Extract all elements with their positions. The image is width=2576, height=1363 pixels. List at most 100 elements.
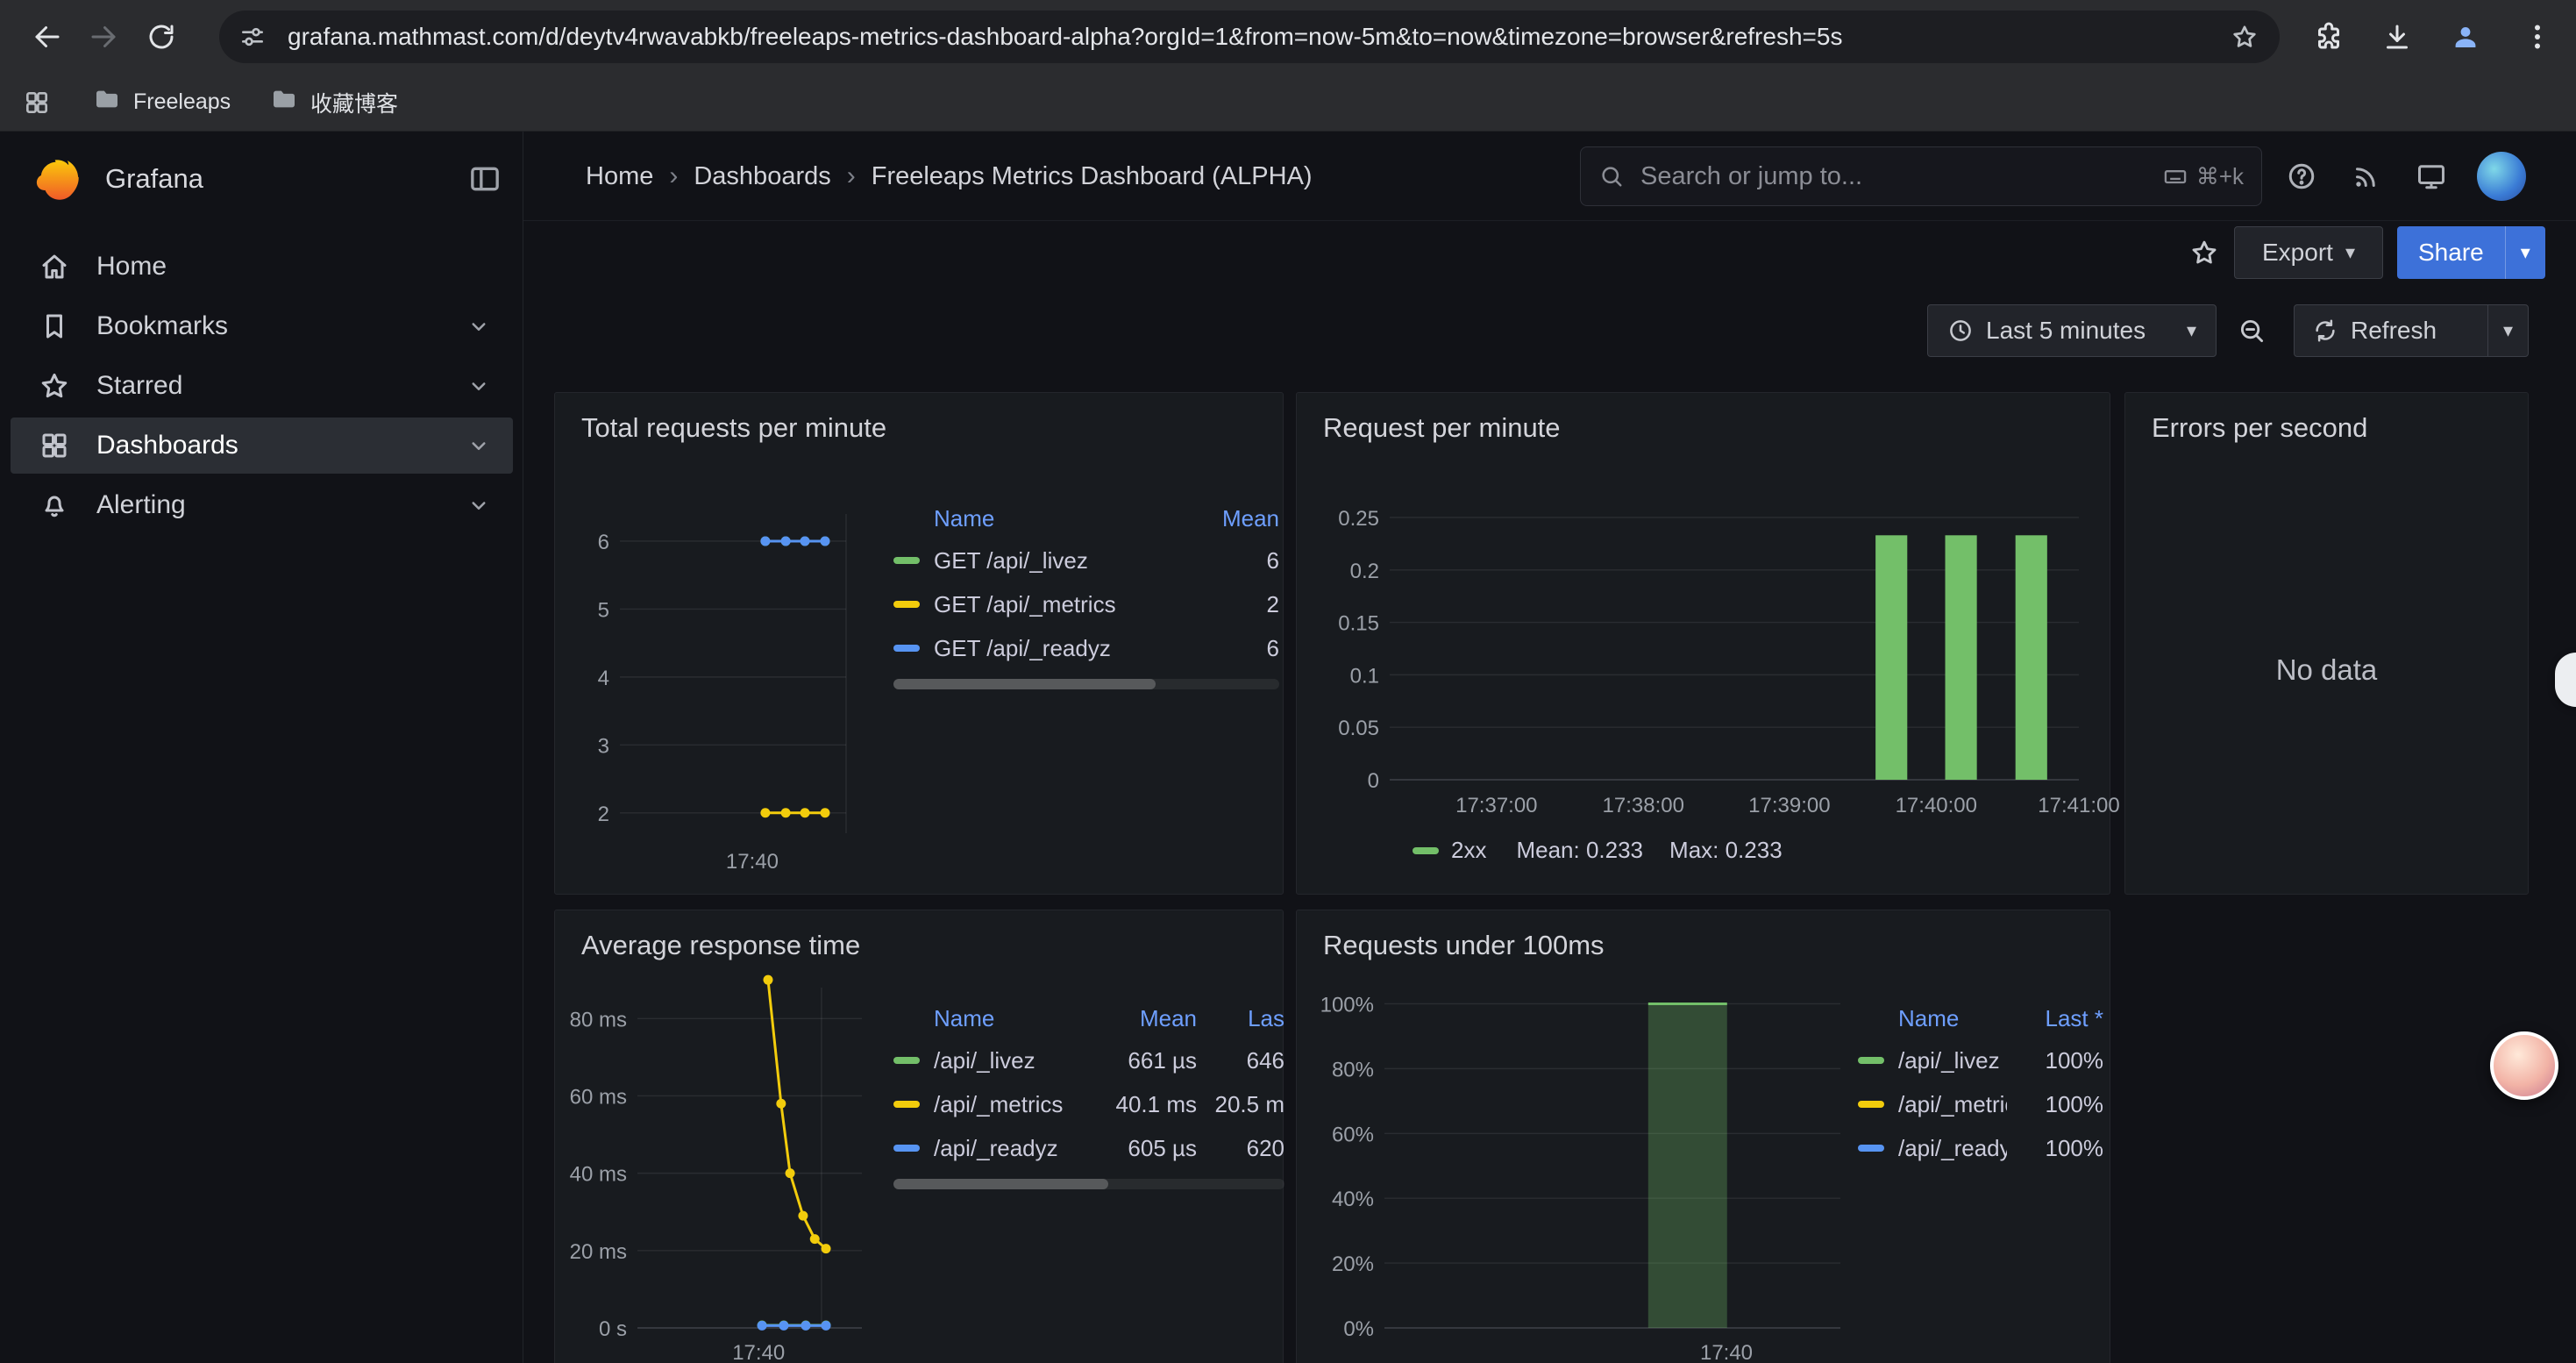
- legend-column-header[interactable]: Name: [893, 505, 1174, 532]
- downloads-icon[interactable]: [2373, 12, 2422, 61]
- sidebar-brand-row: Grafana: [0, 132, 523, 226]
- sidebar-item-bookmarks[interactable]: Bookmarks: [11, 298, 513, 354]
- legend-series-name[interactable]: /api/_readyz: [1898, 1135, 2007, 1162]
- browser-reload-button[interactable]: [137, 12, 186, 61]
- panel-title[interactable]: Average response time: [581, 930, 860, 961]
- extensions-icon[interactable]: [2304, 12, 2353, 61]
- browser-back-button[interactable]: [23, 12, 72, 61]
- legend-series-name[interactable]: GET /api/_readyz: [934, 635, 1111, 662]
- svg-text:17:40: 17:40: [732, 1341, 785, 1363]
- breadcrumb-home[interactable]: Home: [586, 162, 653, 191]
- legend-series-name[interactable]: /api/_livez: [1898, 1047, 2000, 1074]
- legend-column-header[interactable]: Mean: [1174, 505, 1279, 532]
- legend-series-name[interactable]: /api/_readyz: [934, 1135, 1058, 1162]
- grafana-main: Home › Dashboards › Freeleaps Metrics Da…: [523, 132, 2576, 1363]
- home-icon: [39, 251, 70, 282]
- legend-series-name[interactable]: /api/_metrics: [1898, 1091, 2007, 1118]
- panel-title[interactable]: Request per minute: [1323, 412, 1561, 444]
- sidebar-item-dashboards[interactable]: Dashboards: [11, 417, 513, 474]
- sidebar-item-alerting[interactable]: Alerting: [11, 477, 513, 533]
- chevron-down-icon: ▾: [2345, 241, 2355, 264]
- search-input[interactable]: [1640, 162, 2163, 191]
- share-dropdown-button[interactable]: ▾: [2505, 226, 2545, 279]
- time-range-picker[interactable]: Last 5 minutes ▾: [1927, 304, 2217, 357]
- browser-menu-icon[interactable]: [2513, 12, 2562, 61]
- browser-profile-icon[interactable]: [2441, 12, 2490, 61]
- chevron-down-icon[interactable]: [466, 492, 492, 518]
- browser-forward-button[interactable]: [79, 12, 128, 61]
- legend-series-name[interactable]: GET /api/_livez: [934, 547, 1088, 574]
- svg-text:17:39:00: 17:39:00: [1748, 794, 1830, 817]
- legend-series-name[interactable]: /api/_metrics: [934, 1091, 1063, 1118]
- refresh-button[interactable]: Refresh ▾: [2294, 304, 2529, 357]
- breadcrumb-dashboards[interactable]: Dashboards: [694, 162, 830, 191]
- chevron-down-icon[interactable]: [466, 432, 492, 459]
- legend-series-name[interactable]: 2xx: [1451, 837, 1486, 864]
- legend-value: 620: [1197, 1135, 1284, 1162]
- chevron-down-icon[interactable]: [466, 373, 492, 399]
- bookmark-folder-blog[interactable]: 收藏博客: [270, 74, 398, 131]
- panel-title[interactable]: Total requests per minute: [581, 412, 886, 444]
- series-color-dash: [893, 645, 920, 652]
- share-button[interactable]: Share ▾: [2397, 226, 2545, 279]
- legend-scrollbar-thumb[interactable]: [893, 1179, 1108, 1189]
- zoom-out-button[interactable]: [2227, 304, 2276, 357]
- news-rss-icon[interactable]: [2349, 159, 2384, 194]
- legend-series-name[interactable]: GET /api/_metrics: [934, 591, 1116, 618]
- breadcrumb-separator-icon: ›: [847, 161, 856, 191]
- series-color-dash: [893, 557, 920, 564]
- legend-value: 2: [1174, 591, 1279, 618]
- legend-scrollbar[interactable]: [893, 1179, 1284, 1189]
- favorite-star-button[interactable]: [2180, 226, 2229, 279]
- svg-text:0.2: 0.2: [1350, 560, 1379, 583]
- search-box[interactable]: ⌘+k: [1580, 146, 2262, 206]
- series-color-dash: [893, 601, 920, 608]
- legend-row: /api/_metrics100%: [1858, 1082, 2103, 1126]
- legend-scrollbar[interactable]: [893, 679, 1279, 689]
- refresh-button-main[interactable]: Refresh: [2295, 317, 2487, 345]
- help-icon[interactable]: [2284, 159, 2319, 194]
- apps-grid-icon[interactable]: [23, 74, 51, 131]
- average-response-time-chart[interactable]: 80 ms60 ms40 ms20 ms0 s17:40: [569, 970, 888, 1363]
- legend-stat: Max: 0.233: [1669, 837, 1783, 864]
- share-button-label[interactable]: Share: [2397, 226, 2505, 279]
- requests-under-100ms-chart[interactable]: 100%80%60%40%20%0%17:40: [1313, 970, 1860, 1363]
- panel-legend: NameMeanLas/api/_livez661 µs646/api/_met…: [893, 998, 1284, 1189]
- grafana-logo[interactable]: [35, 155, 82, 203]
- sidebar-item-home[interactable]: Home: [11, 239, 513, 295]
- sidebar-item-starred[interactable]: Starred: [11, 358, 513, 414]
- svg-text:6: 6: [598, 531, 609, 554]
- grafana-header: Home › Dashboards › Freeleaps Metrics Da…: [523, 132, 2576, 221]
- chevron-down-icon[interactable]: [466, 313, 492, 339]
- bookmark-icon: [39, 310, 70, 342]
- site-settings-icon[interactable]: [238, 22, 268, 52]
- legend-scrollbar-thumb[interactable]: [893, 679, 1156, 689]
- panel-title[interactable]: Errors per second: [2152, 412, 2367, 444]
- user-avatar[interactable]: [2477, 152, 2526, 201]
- legend-series-name[interactable]: /api/_livez: [934, 1047, 1035, 1074]
- svg-text:5: 5: [598, 598, 609, 622]
- address-bar[interactable]: grafana.mathmast.com/d/deytv4rwavabkb/fr…: [219, 11, 2280, 63]
- panel-title[interactable]: Requests under 100ms: [1323, 930, 1605, 961]
- legend-column-header[interactable]: Name: [893, 1005, 1065, 1032]
- bookmark-star-icon[interactable]: [2231, 22, 2260, 52]
- keyboard-shortcut: ⌘+k: [2163, 163, 2244, 190]
- bookmark-folder-freeleaps[interactable]: Freeleaps: [93, 74, 231, 131]
- kiosk-monitor-icon[interactable]: [2414, 159, 2449, 194]
- export-button[interactable]: Export▾: [2234, 226, 2383, 279]
- legend-column-header[interactable]: Last *: [2007, 1005, 2103, 1032]
- svg-text:0.15: 0.15: [1338, 612, 1379, 636]
- assistant-avatar-overlay[interactable]: [2490, 1031, 2558, 1100]
- legend-value: 40.1 ms: [1065, 1091, 1197, 1118]
- legend-column-header[interactable]: Las: [1197, 1005, 1284, 1032]
- legend-column-header[interactable]: Name: [1858, 1005, 2007, 1032]
- legend-column-header[interactable]: Mean: [1065, 1005, 1197, 1032]
- legend-value: 6: [1174, 547, 1279, 574]
- refresh-interval-dropdown[interactable]: ▾: [2487, 305, 2528, 356]
- total-requests-chart[interactable]: 6543217:40: [569, 491, 878, 888]
- url-text[interactable]: grafana.mathmast.com/d/deytv4rwavabkb/fr…: [288, 23, 2215, 51]
- clock-icon: [1947, 318, 1974, 344]
- collapse-sidebar-icon[interactable]: [467, 161, 502, 196]
- legend-row: GET /api/_readyz6: [893, 626, 1279, 670]
- request-per-minute-chart[interactable]: 0.250.20.150.10.05017:37:0017:38:0017:39…: [1313, 489, 2095, 840]
